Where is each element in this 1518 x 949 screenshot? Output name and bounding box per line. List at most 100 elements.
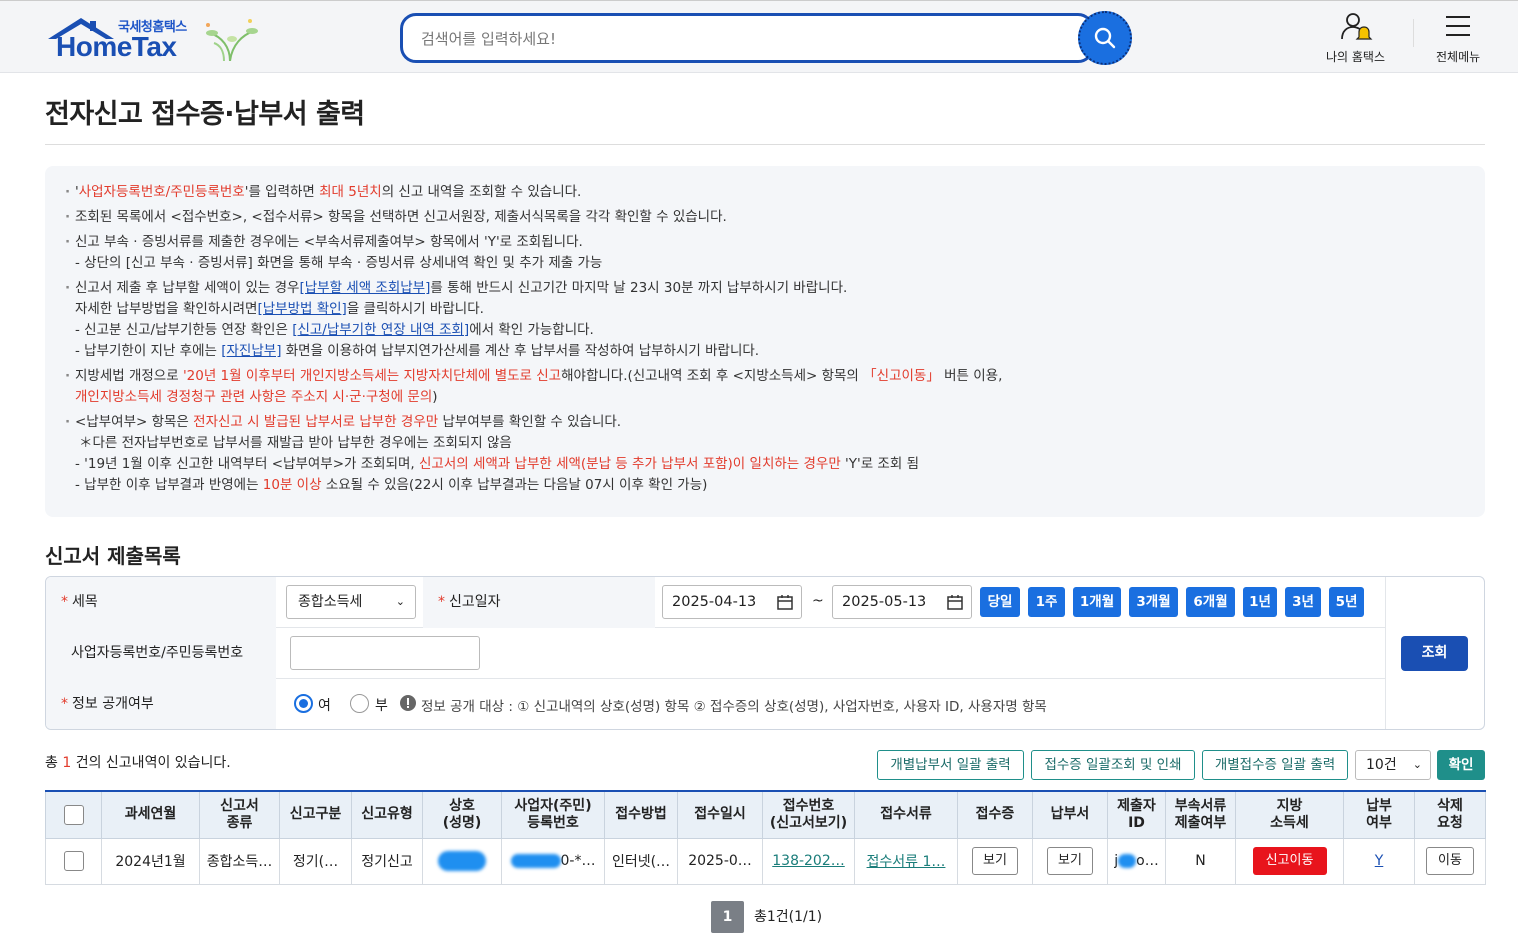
- notice-text: 조회된 목록에서 <접수번호>, <접수서류> 항목을 선택하면 신고서원장, …: [75, 209, 727, 225]
- hometax-logo[interactable]: 국세청홈택스 HomeTax: [44, 13, 264, 68]
- disclose-no-label: 부: [375, 698, 388, 714]
- local-tax-move-button[interactable]: 신고이동: [1252, 847, 1327, 875]
- disclose-yes-radio[interactable]: [294, 694, 313, 713]
- bulk-individual-receipt-button[interactable]: 개별접수증 일괄 출력: [1202, 750, 1348, 780]
- calendar-icon[interactable]: [947, 594, 963, 610]
- title-divider: [45, 144, 1485, 145]
- page-1-button[interactable]: 1: [711, 901, 744, 933]
- bulk-payment-print-button[interactable]: 개별납부서 일괄 출력: [877, 750, 1024, 780]
- table-header-row: 과세연월 신고서 종류 신고구분 신고유형 상호 (성명) 사업자(주민) 등록…: [45, 790, 1486, 839]
- tax-type-value: 종합소득세: [298, 594, 363, 610]
- period-today-button[interactable]: 당일: [980, 587, 1020, 617]
- period-3month-button[interactable]: 3개월: [1129, 587, 1178, 617]
- notice-text: ): [432, 389, 438, 405]
- col-category[interactable]: 신고구분: [279, 790, 352, 839]
- notice-subtext: 에서 확인 가능합니다.: [469, 322, 594, 338]
- period-6month-button[interactable]: 6개월: [1186, 587, 1235, 617]
- notice-text: 해야합니다.(신고내역 조회 후 <지방소득세> 항목의: [561, 368, 864, 384]
- date-to-input[interactable]: 2025-05-13: [832, 585, 972, 619]
- cell-method: 인터넷(…: [604, 837, 678, 885]
- col-documents[interactable]: 접수서류: [854, 790, 958, 839]
- notice-item: '사업자등록번호/주민등록번호'를 입력하면 최대 5년치의 신고 내역을 조회…: [65, 182, 1465, 203]
- col-submitter[interactable]: 제출자 ID: [1107, 790, 1166, 839]
- bulk-receipt-print-button[interactable]: 접수증 일괄조회 및 인쇄: [1031, 750, 1195, 780]
- pay-tax-link[interactable]: [납부할 세액 조회납부]: [299, 280, 430, 296]
- period-5year-button[interactable]: 5년: [1329, 587, 1364, 617]
- view-receipt-button[interactable]: 보기: [972, 847, 1018, 875]
- col-attach[interactable]: 부속서류 제출여부: [1165, 790, 1236, 839]
- col-report-type[interactable]: 신고유형: [351, 790, 423, 839]
- chevron-down-icon: ⌄: [395, 595, 405, 608]
- col-reg-no[interactable]: 사업자(주민) 등록번호: [501, 790, 605, 839]
- cell-company: [422, 837, 502, 885]
- cell-form-type: 종합소득…: [199, 837, 280, 885]
- self-payment-link[interactable]: [자진납부]: [221, 343, 281, 359]
- col-receipt-no[interactable]: 접수번호 (신고서보기): [762, 790, 855, 839]
- notice-subtext: - '19년 1월 이후 신고한 내역부터 <납부여부>가 조회되며,: [75, 456, 419, 472]
- disclose-note: 정보 공개 대상 : ① 신고내역의 상호(성명) 항목 ② 접수증의 상호(성…: [421, 699, 1047, 715]
- col-payment[interactable]: 납부서: [1032, 790, 1108, 839]
- delete-request-button[interactable]: 이동: [1426, 847, 1474, 875]
- view-payment-button[interactable]: 보기: [1047, 847, 1093, 875]
- date-from-input[interactable]: 2025-04-13: [662, 585, 802, 619]
- col-period[interactable]: 과세연월: [101, 790, 200, 839]
- disclose-no-radio[interactable]: [350, 694, 369, 713]
- col-delete[interactable]: 삭제 요청: [1414, 790, 1486, 839]
- notice-highlight: 신고서의 세액과 납부한 세액(분납 등 추가 납부서 포함)이 일치하는 경우…: [419, 456, 841, 472]
- period-1week-button[interactable]: 1주: [1028, 587, 1065, 617]
- tax-type-select[interactable]: 종합소득세 ⌄: [286, 585, 416, 619]
- page-size-select[interactable]: 10건 ⌄: [1355, 750, 1431, 780]
- info-icon: [400, 695, 416, 711]
- period-1month-button[interactable]: 1개월: [1073, 587, 1121, 617]
- submitter-text: o…: [1136, 853, 1159, 869]
- global-search-input[interactable]: [421, 27, 1061, 51]
- disclose-yes-label: 여: [318, 698, 331, 714]
- chevron-down-icon: ⌄: [1412, 758, 1422, 771]
- cell-receipt-no: 138-202…: [762, 837, 855, 885]
- result-total: 총 1 건의 신고내역이 있습니다.: [45, 752, 231, 772]
- calendar-icon[interactable]: [777, 594, 793, 610]
- notice-highlight: 「신고이동」: [863, 368, 940, 384]
- cell-period: 2024년1월: [101, 837, 200, 885]
- notice-text: 신고서 제출 후 납부할 세액이 있는 경우: [75, 280, 300, 296]
- receipt-no-link[interactable]: 138-202…: [772, 853, 845, 869]
- deadline-extension-link[interactable]: [신고/납부기한 연장 내역 조회]: [292, 322, 469, 338]
- payment-method-link[interactable]: [납부방법 확인]: [257, 301, 346, 317]
- row-checkbox[interactable]: [63, 851, 84, 871]
- period-3year-button[interactable]: 3년: [1285, 587, 1321, 617]
- notice-text: '를 입력하면: [244, 184, 320, 200]
- col-company[interactable]: 상호 (성명): [422, 790, 502, 839]
- all-menu-button[interactable]: 전체메뉴: [1436, 11, 1480, 65]
- notice-text: 를 통해 반드시 신고기간 마지막 날 23시 30분 까지 납부하시기 바랍니…: [430, 280, 848, 296]
- redacted-submitter: [1118, 854, 1137, 868]
- col-form-type[interactable]: 신고서 종류: [199, 790, 280, 839]
- date-separator: ~: [812, 593, 824, 609]
- select-all-checkbox[interactable]: [63, 804, 84, 825]
- my-hometax-button[interactable]: 나의 홈택스: [1326, 11, 1385, 65]
- reg-no-tail: 0-*…: [560, 853, 596, 869]
- documents-link[interactable]: 접수서류 1…: [867, 854, 946, 870]
- redacted-reg-no: [510, 854, 561, 868]
- col-receipt[interactable]: 접수증: [957, 790, 1033, 839]
- page-size-confirm-button[interactable]: 확인: [1437, 750, 1485, 780]
- col-received-at[interactable]: 접수일시: [677, 790, 763, 839]
- notice-highlight: 사업자등록번호/주민등록번호: [78, 184, 245, 200]
- business-id-input[interactable]: [290, 636, 480, 670]
- header-divider: [1413, 19, 1414, 47]
- cell-delete: 이동: [1414, 837, 1486, 885]
- notice-subtext: - 납부한 이후 납부결과 반영에는: [75, 477, 263, 493]
- period-1year-button[interactable]: 1년: [1243, 587, 1277, 617]
- select-all-cell: [45, 790, 102, 839]
- col-method[interactable]: 접수방법: [604, 790, 678, 839]
- paid-link[interactable]: Y: [1375, 853, 1384, 869]
- col-paid[interactable]: 납부 여부: [1343, 790, 1415, 839]
- notice-text: 지방세법 개정으로: [75, 368, 183, 384]
- search-button[interactable]: [1078, 11, 1132, 65]
- notice-text: 신고 부속 · 증빙서류를 제출한 경우에는 <부속서류제출여부> 항목에서 '…: [75, 234, 583, 250]
- search-submit-button[interactable]: 조회: [1401, 636, 1468, 671]
- cell-local-tax: 신고이동: [1235, 837, 1344, 885]
- col-local-tax[interactable]: 지방 소득세: [1235, 790, 1344, 839]
- total-text: 건의 신고내역이 있습니다.: [71, 755, 231, 771]
- date-to-value: 2025-05-13: [842, 594, 927, 610]
- cell-receipt: 보기: [957, 837, 1033, 885]
